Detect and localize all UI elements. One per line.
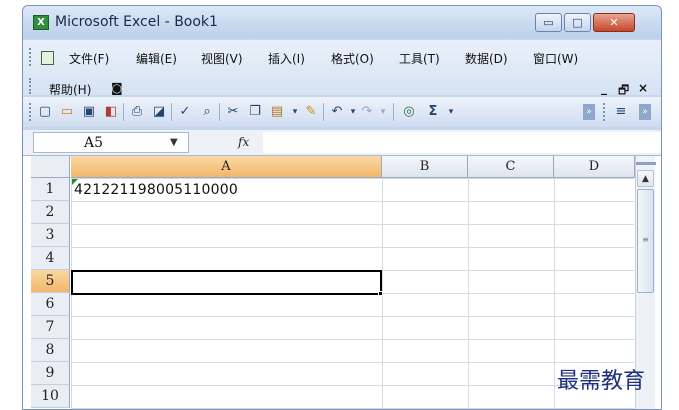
toolbar-grip-2[interactable] <box>603 103 606 121</box>
toolbar-separator <box>393 103 394 121</box>
menu-bar: 文件(F) 编辑(E) 视图(V) 插入(I) 格式(O) 工具(T) 数据(D… <box>23 40 661 98</box>
row-header-8[interactable]: 8 <box>31 339 70 362</box>
watermark: 最需教育 <box>557 369 646 394</box>
gridline <box>554 178 555 409</box>
cut-icon[interactable]: ✂ <box>225 104 241 120</box>
row-header-6[interactable]: 6 <box>31 293 70 316</box>
doc-close-button[interactable]: × <box>638 81 648 95</box>
maximize-button[interactable]: □ <box>564 13 591 32</box>
toolbar-separator <box>323 103 324 121</box>
menu-file[interactable]: 文件(F) <box>69 50 109 67</box>
row-header-7[interactable]: 7 <box>31 316 70 339</box>
excel-window: X Microsoft Excel - Book1 ▭ □ ✕ 文件(F) 编辑… <box>22 5 662 410</box>
redo-dropdown-icon[interactable]: ▾ <box>375 104 391 120</box>
row-header-1[interactable]: 1 <box>31 178 70 201</box>
formula-bar: A5 ▼ fx <box>23 130 661 156</box>
permission-icon[interactable]: ◧ <box>103 104 119 120</box>
doc-minimize-button[interactable]: _ <box>601 81 607 95</box>
autosum-icon[interactable]: Σ <box>425 104 441 120</box>
column-header-b[interactable]: B <box>382 156 468 178</box>
research-icon[interactable]: ⌕ <box>199 104 215 120</box>
toolbar-separator <box>171 103 172 121</box>
menu-tools[interactable]: 工具(T) <box>399 50 440 67</box>
standard-toolbar: ▢ ▭ ▣ ◧ ⎙ ◪ ✓ ⌕ ✂ ❐ ▤ ▾ ✎ ↶ ▾ ↷ ▾ ◎ Σ ▾ … <box>23 97 661 127</box>
row-header-5[interactable]: 5 <box>31 270 70 293</box>
name-box-value: A5 <box>84 135 104 151</box>
menu-edit[interactable]: 编辑(E) <box>136 50 177 67</box>
column-header-a[interactable]: A <box>71 156 382 178</box>
menu-help[interactable]: 帮助(H) <box>49 81 91 98</box>
toolbar-separator <box>123 103 124 121</box>
scroll-up-icon[interactable]: ▲ <box>637 170 654 187</box>
row-header-10[interactable]: 10 <box>31 385 70 408</box>
formula-input[interactable] <box>263 132 661 153</box>
print-preview-icon[interactable]: ◪ <box>151 104 167 120</box>
fill-handle[interactable] <box>378 291 383 296</box>
column-header-d[interactable]: D <box>554 156 635 178</box>
title-bar[interactable]: X Microsoft Excel - Book1 ▭ □ ✕ <box>23 6 661 38</box>
toolbar-grip[interactable] <box>29 103 32 121</box>
paste-icon[interactable]: ▤ <box>269 104 285 120</box>
scroll-thumb[interactable]: ≡ <box>637 189 654 293</box>
menu-grip-2[interactable] <box>29 78 32 94</box>
print-icon[interactable]: ⎙ <box>129 104 145 120</box>
window-title: Microsoft Excel - Book1 <box>55 14 218 30</box>
excel-icon[interactable]: X <box>33 15 49 30</box>
menu-insert[interactable]: 插入(I) <box>268 50 305 67</box>
menu-data[interactable]: 数据(D) <box>465 50 508 67</box>
row-header-9[interactable]: 9 <box>31 362 70 385</box>
copy-icon[interactable]: ❐ <box>247 104 263 120</box>
new-icon[interactable]: ▢ <box>37 104 53 120</box>
autosum-dropdown-icon[interactable]: ▾ <box>443 104 459 120</box>
paste-dropdown-icon[interactable]: ▾ <box>287 104 303 120</box>
row-header-4[interactable]: 4 <box>31 247 70 270</box>
hyperlink-icon[interactable]: ◎ <box>401 104 417 120</box>
document-icon[interactable] <box>41 51 54 65</box>
menu-format[interactable]: 格式(O) <box>331 50 374 67</box>
open-icon[interactable]: ▭ <box>59 104 75 120</box>
minimize-button[interactable]: ▭ <box>535 13 562 32</box>
align-icon[interactable]: ≡ <box>613 104 629 120</box>
row-header-2[interactable]: 2 <box>31 201 70 224</box>
chevron-down-icon[interactable]: ▼ <box>170 137 178 148</box>
name-box[interactable]: A5 ▼ <box>33 132 189 153</box>
active-cell-a5[interactable] <box>71 270 382 295</box>
gridline <box>468 178 469 409</box>
select-all-corner[interactable] <box>31 156 70 178</box>
menu-view[interactable]: 视图(V) <box>201 50 243 67</box>
cell-a1[interactable]: 421221198005110000 <box>74 179 238 201</box>
format-painter-icon[interactable]: ✎ <box>303 104 319 120</box>
close-button[interactable]: ✕ <box>593 13 635 32</box>
undo-icon[interactable]: ↶ <box>329 104 345 120</box>
toolbar-separator <box>219 103 220 121</box>
menu-grip[interactable] <box>29 48 32 66</box>
spelling-icon[interactable]: ✓ <box>177 104 193 120</box>
row-header-3[interactable]: 3 <box>31 224 70 247</box>
toolbar-options-icon[interactable]: » <box>583 104 595 120</box>
save-icon[interactable]: ▣ <box>81 104 97 120</box>
split-box[interactable] <box>636 162 656 165</box>
fx-icon[interactable]: fx <box>238 135 249 149</box>
column-header-c[interactable]: C <box>468 156 554 178</box>
redo-icon[interactable]: ↷ <box>359 104 375 120</box>
menu-window[interactable]: 窗口(W) <box>533 50 578 67</box>
toolbar-options-icon-2[interactable]: » <box>639 104 651 120</box>
camera-icon[interactable]: ◙ <box>111 81 123 95</box>
